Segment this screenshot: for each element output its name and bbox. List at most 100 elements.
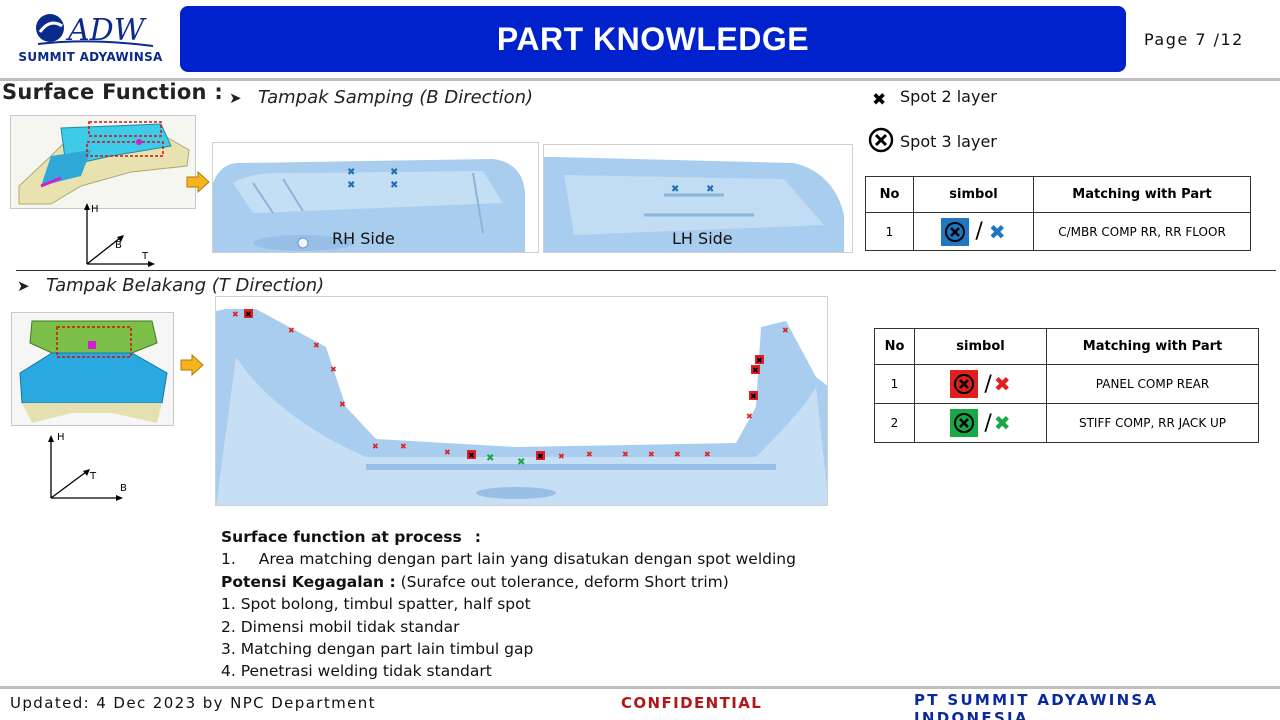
title-bar: PART KNOWLEDGE [180,6,1126,72]
footer-company: PT SUMMIT ADYAWINSA INDONESIA [914,691,1159,720]
orange-arrow-icon [180,354,204,376]
table-row: 2 /✖ STIFF COMP, RR JACK UP [874,403,1259,443]
page-title: PART KNOWLEDGE [496,20,810,57]
slash-separator: / [984,371,992,397]
svg-text:✖: ✖ [586,450,593,459]
svg-text:✖: ✖ [330,365,337,374]
legend-spot3: Spot 3 layer [900,132,997,151]
svg-text:✖: ✖ [390,167,398,178]
side-view-title: Tampak Samping (B Direction) [258,87,534,108]
bullet-arrow-icon: ➤ [229,89,242,107]
failure-heading: Potensi Kegagalan : (Surafce out toleran… [221,571,796,593]
svg-text:✖: ✖ [782,326,789,335]
table2-row2-part: STIFF COMP, RR JACK UP [1046,403,1259,443]
matching-table-side: No simbol Matching with Part 1 /✖ C/MBR … [865,176,1251,251]
svg-text:✖: ✖ [674,450,681,459]
svg-text:✖: ✖ [648,450,655,459]
rear-view-title: Tampak Belakang (T Direction) [46,275,325,296]
table2-row2-no: 2 [874,403,915,443]
axis-label-h: H [57,432,65,443]
process-heading: Surface function at process : [221,526,796,548]
slash-separator: / [984,410,992,436]
axis-label-t: T [90,471,97,482]
table-row: 1 /✖ PANEL COMP REAR [874,364,1259,404]
svg-text:✖: ✖ [232,310,239,319]
rh-side-label: RH Side [332,229,395,248]
section-divider [16,270,1276,271]
failure-item: 4. Penetrasi welding tidak standart [221,662,492,681]
notes-block: Surface function at process : 1. Area ma… [221,526,796,683]
failure-item: 1. Spot bolong, timbul spatter, half spo… [221,595,531,614]
svg-text:✖: ✖ [347,180,355,191]
failure-title: Potensi Kegagalan : [221,572,396,591]
table1-row1-no: 1 [865,212,914,251]
svg-text:✖: ✖ [704,450,711,459]
svg-text:✖: ✖ [347,167,355,178]
svg-text:✖: ✖ [468,451,475,460]
company-logo: ADW SUMMIT ADYAWINSA [18,8,163,72]
spot2-cross-icon: ✖ [872,90,887,109]
table2-header-no: No [874,328,915,365]
process-item-number: 1. [221,550,236,569]
page-number: Page 7 /12 [1144,30,1244,49]
spot2-blue-icon: ✖ [988,219,1006,244]
svg-text:✖: ✖ [288,326,295,335]
svg-text:✖: ✖ [622,450,629,459]
side-view-thumbnail [10,115,196,209]
spot2-red-icon: ✖ [993,372,1011,396]
orange-arrow-icon [186,171,210,193]
logo-text: SUMMIT ADYAWINSA [18,50,163,64]
svg-text:✖: ✖ [756,356,763,365]
legend-spot2: Spot 2 layer [900,87,997,106]
svg-text:✖: ✖ [444,448,451,457]
svg-text:✖: ✖ [558,452,565,461]
table2-header-symbol: simbol [914,328,1047,365]
process-item: 1. Area matching dengan part lain yang d… [221,548,796,570]
svg-text:✖: ✖ [706,184,714,195]
table1-header-symbol: simbol [913,176,1034,213]
svg-text:✖: ✖ [486,453,494,464]
table2-header-part: Matching with Part [1046,328,1259,365]
spot3-green-icon [950,409,979,437]
section-title: Surface Function : [2,80,224,104]
svg-text:✖: ✖ [372,442,379,451]
table1-row1-part: C/MBR COMP RR, RR FLOOR [1033,212,1251,251]
rear-view-thumbnail [11,312,174,426]
svg-text:✖: ✖ [339,400,346,409]
svg-text:✖: ✖ [245,310,252,319]
lh-side-label: LH Side [672,229,733,248]
svg-text:✖: ✖ [313,341,320,350]
spot3-circle-cross-icon [868,127,894,158]
process-item-text: Area matching dengan part lain yang disa… [258,550,796,569]
axis-label-t: T [142,251,149,262]
svg-text:✖: ✖ [671,184,679,195]
axis-label-h: H [91,204,99,215]
table1-row1-symbol: / ✖ [913,212,1034,251]
process-title: Surface function at process [221,528,462,546]
table2-row1-no: 1 [874,364,915,404]
failure-desc: (Surafce out tolerance, deform Short tri… [395,572,729,591]
footer-confidential: CONFIDENTIAL [621,694,763,712]
table2-row1-symbol: / ✖ [914,364,1047,404]
svg-text:✖: ✖ [750,392,757,401]
failure-item: 2. Dimensi mobil tidak standar [221,617,460,636]
table2-row2-symbol: / ✖ [914,403,1047,443]
svg-text:✖: ✖ [390,180,398,191]
process-colon: : [474,528,481,546]
bullet-arrow-icon: ➤ [17,277,30,295]
svg-text:✖: ✖ [517,457,525,468]
spot3-blue-icon [941,217,970,246]
bottom-divider [0,686,1280,689]
slash-separator: / [975,219,983,244]
table1-header-no: No [865,176,914,213]
rear-view-photo: ✖ ✖ ✖ ✖ ✖ ✖ ✖ ✖ ✖ ✖ ✖ ✖ ✖ ✖ ✖ ✖ ✖ ✖ ✖ ✖ ✖ ✖ ✖ ✖ [215,296,828,506]
svg-text:✖: ✖ [752,366,759,375]
matching-table-rear: No simbol Matching with Part 1 /✖ PANEL … [874,328,1259,443]
axis-label-b: B [115,240,122,251]
spot2-green-icon: ✖ [993,411,1011,435]
footer-updated: Updated: 4 Dec 2023 by NPC Department [10,694,376,712]
svg-text:✖: ✖ [746,412,753,421]
table2-row1-part: PANEL COMP REAR [1046,364,1259,404]
table1-header-part: Matching with Part [1033,176,1251,213]
svg-text:✖: ✖ [400,442,407,451]
